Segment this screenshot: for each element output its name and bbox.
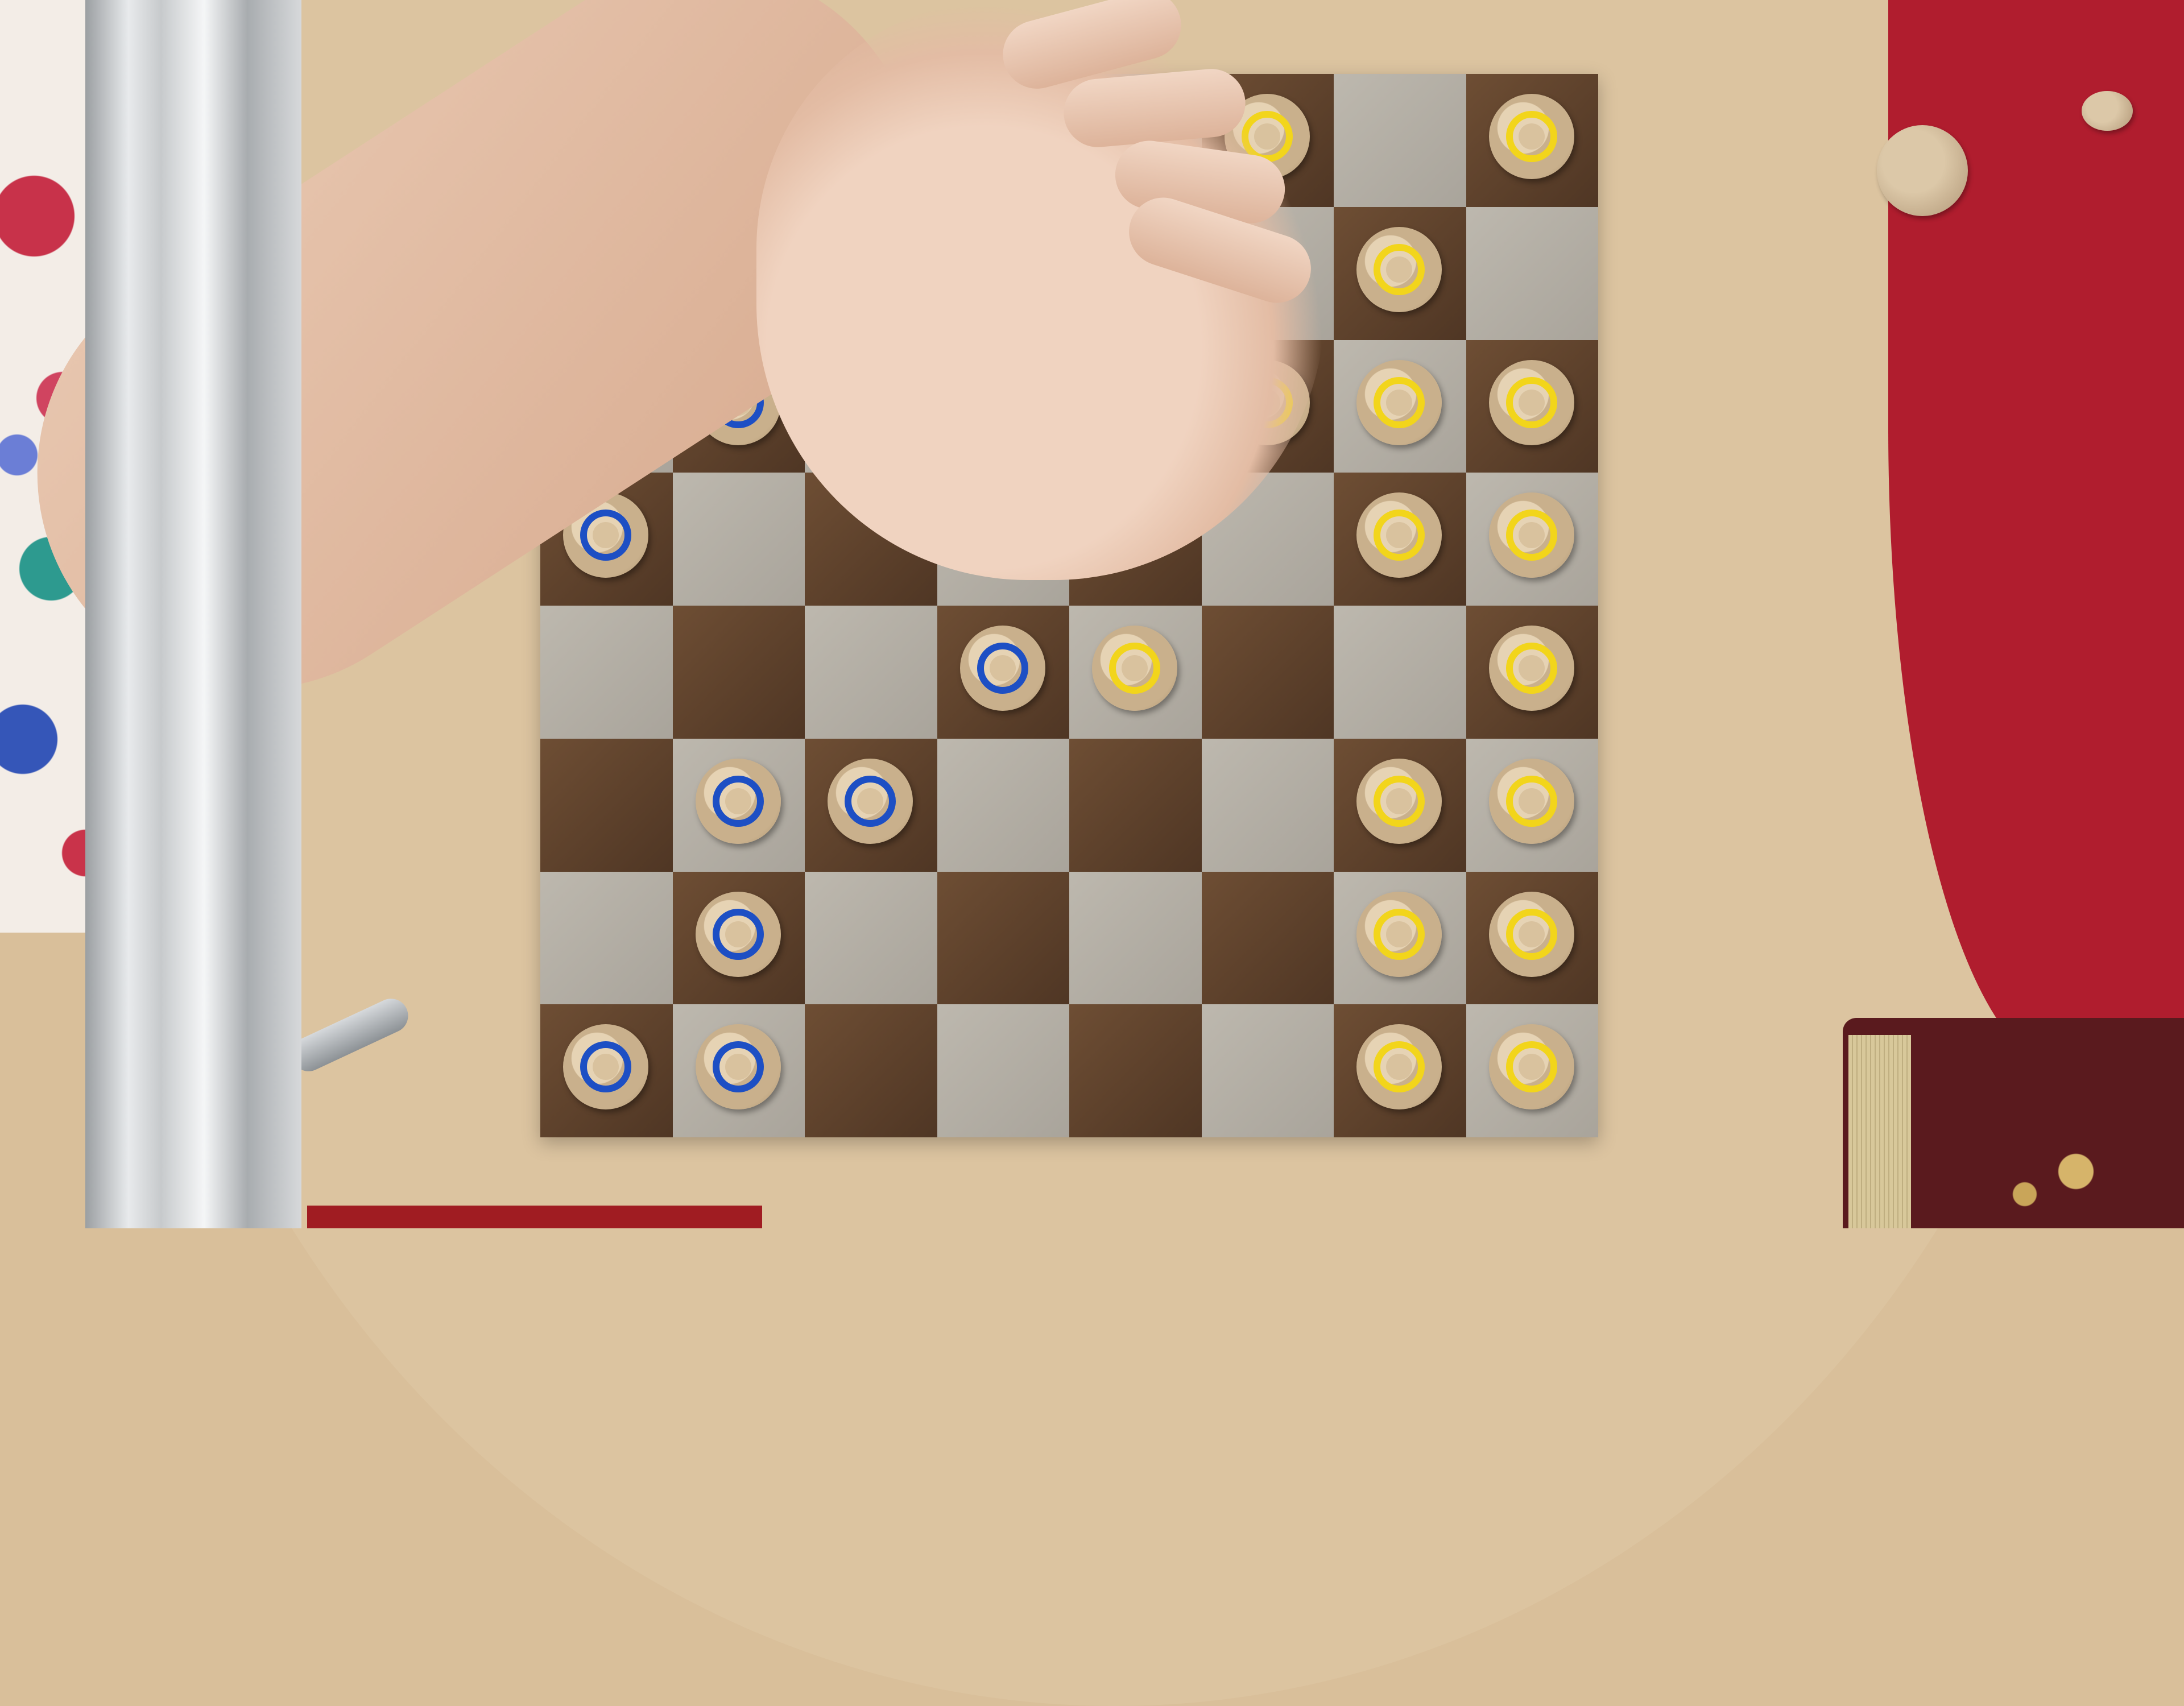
board-square bbox=[1466, 1004, 1598, 1137]
board-square bbox=[1466, 206, 1598, 340]
piece-top bbox=[1386, 389, 1412, 416]
board-square bbox=[1334, 1004, 1466, 1137]
board-square bbox=[540, 1004, 673, 1137]
board-square bbox=[540, 871, 673, 1005]
board-square bbox=[1069, 871, 1202, 1005]
piece-top bbox=[1518, 1054, 1545, 1080]
board-square bbox=[805, 1004, 937, 1137]
piece-top bbox=[1518, 123, 1545, 150]
board-square bbox=[1334, 606, 1466, 739]
off-board-piece bbox=[1877, 125, 1968, 216]
board-square bbox=[672, 738, 805, 872]
board-square bbox=[672, 606, 805, 739]
piece-top bbox=[857, 788, 883, 814]
blue-chess-piece bbox=[959, 626, 1045, 711]
board-square bbox=[805, 606, 937, 739]
board-square bbox=[1201, 871, 1334, 1005]
board-square bbox=[937, 738, 1069, 872]
blue-chess-piece bbox=[563, 1024, 648, 1110]
yellow-chess-piece bbox=[1488, 359, 1574, 445]
board-square bbox=[1201, 1004, 1334, 1137]
piece-top bbox=[725, 921, 751, 947]
piece-top bbox=[989, 655, 1016, 681]
blue-chess-piece bbox=[828, 758, 913, 844]
yellow-chess-piece bbox=[1356, 758, 1442, 844]
board-square bbox=[805, 871, 937, 1005]
yellow-chess-piece bbox=[1488, 492, 1574, 578]
aluminium-rail bbox=[85, 0, 301, 1228]
red-book bbox=[307, 1206, 762, 1228]
piece-top bbox=[1518, 655, 1545, 681]
book-ornament bbox=[1991, 1115, 2161, 1228]
board-square bbox=[1069, 1004, 1202, 1137]
board-square bbox=[1466, 606, 1598, 739]
yellow-chess-piece bbox=[1356, 891, 1442, 977]
yellow-chess-piece bbox=[1092, 626, 1177, 711]
off-board-piece bbox=[2082, 91, 2133, 131]
board-square bbox=[937, 1004, 1069, 1137]
board-square bbox=[540, 606, 673, 739]
piece-top bbox=[593, 522, 619, 549]
piece-top bbox=[1122, 655, 1148, 681]
yellow-chess-piece bbox=[1488, 626, 1574, 711]
yellow-chess-piece bbox=[1356, 1024, 1442, 1110]
piece-top bbox=[1386, 256, 1412, 283]
board-square bbox=[1334, 206, 1466, 340]
piece-top bbox=[1518, 522, 1545, 549]
piece-top bbox=[725, 788, 751, 814]
piece-top bbox=[725, 1054, 751, 1080]
board-square bbox=[1334, 738, 1466, 872]
board-square bbox=[672, 473, 805, 606]
board-square bbox=[540, 738, 673, 872]
board-square bbox=[1069, 606, 1202, 739]
piece-top bbox=[1386, 1054, 1412, 1080]
board-square bbox=[1334, 473, 1466, 606]
piece-top bbox=[1386, 788, 1412, 814]
board-square bbox=[805, 738, 937, 872]
blue-chess-piece bbox=[695, 891, 781, 977]
yellow-chess-piece bbox=[1356, 226, 1442, 312]
board-square bbox=[1466, 738, 1598, 872]
yellow-chess-piece bbox=[1488, 758, 1574, 844]
photo-scene bbox=[0, 0, 2184, 1706]
yellow-chess-piece bbox=[1488, 891, 1574, 977]
board-square bbox=[1334, 339, 1466, 473]
book-pages bbox=[1848, 1035, 1911, 1228]
piece-top bbox=[1386, 921, 1412, 947]
piece-top bbox=[1518, 788, 1545, 814]
board-square bbox=[937, 606, 1069, 739]
blue-chess-piece bbox=[695, 758, 781, 844]
board-square bbox=[1466, 473, 1598, 606]
board-square bbox=[672, 871, 805, 1005]
board-square bbox=[1334, 871, 1466, 1005]
blue-chess-piece bbox=[695, 1024, 781, 1110]
board-square bbox=[1466, 871, 1598, 1005]
board-square bbox=[1466, 74, 1598, 207]
yellow-chess-piece bbox=[1356, 359, 1442, 445]
yellow-chess-piece bbox=[1488, 1024, 1574, 1110]
piece-top bbox=[1518, 389, 1545, 416]
board-square bbox=[1069, 738, 1202, 872]
board-square bbox=[672, 1004, 805, 1137]
piece-top bbox=[1386, 522, 1412, 549]
yellow-chess-piece bbox=[1356, 492, 1442, 578]
piece-top bbox=[1518, 921, 1545, 947]
board-square bbox=[1201, 606, 1334, 739]
board-square bbox=[1201, 738, 1334, 872]
piece-top bbox=[593, 1054, 619, 1080]
board-square bbox=[1334, 74, 1466, 207]
board-square bbox=[937, 871, 1069, 1005]
yellow-chess-piece bbox=[1488, 94, 1574, 179]
board-square bbox=[1466, 339, 1598, 473]
